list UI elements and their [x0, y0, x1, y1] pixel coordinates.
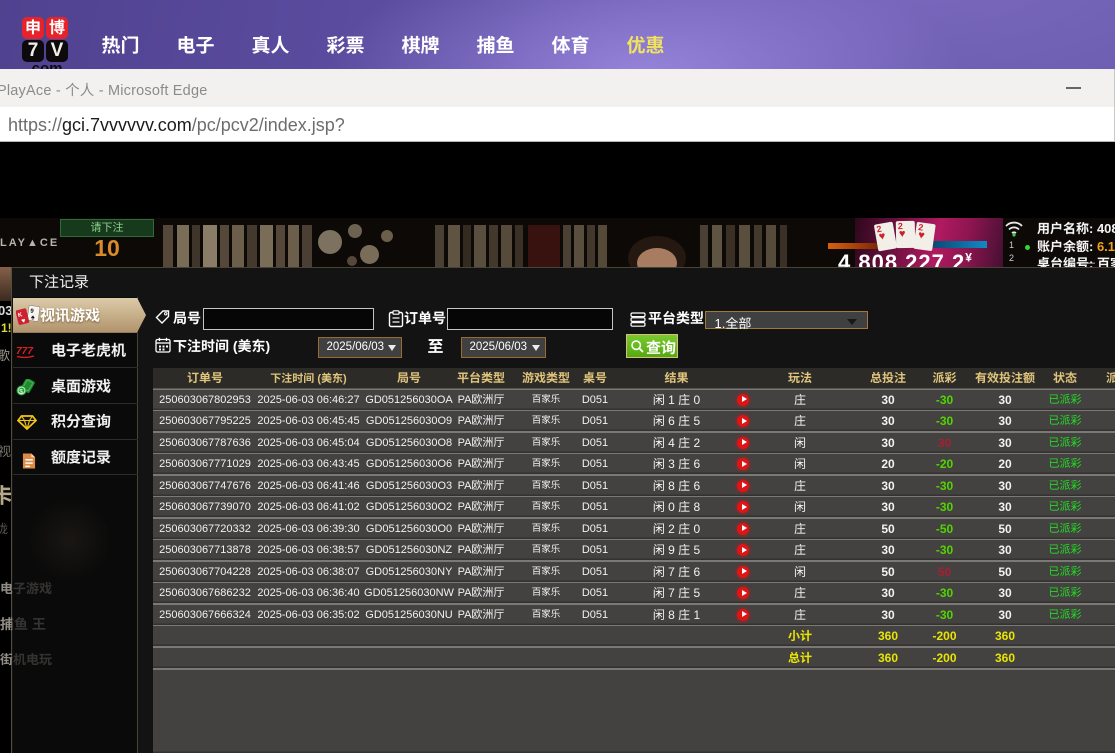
svg-text:777: 777 — [16, 346, 33, 357]
svg-text:$: $ — [19, 389, 23, 396]
